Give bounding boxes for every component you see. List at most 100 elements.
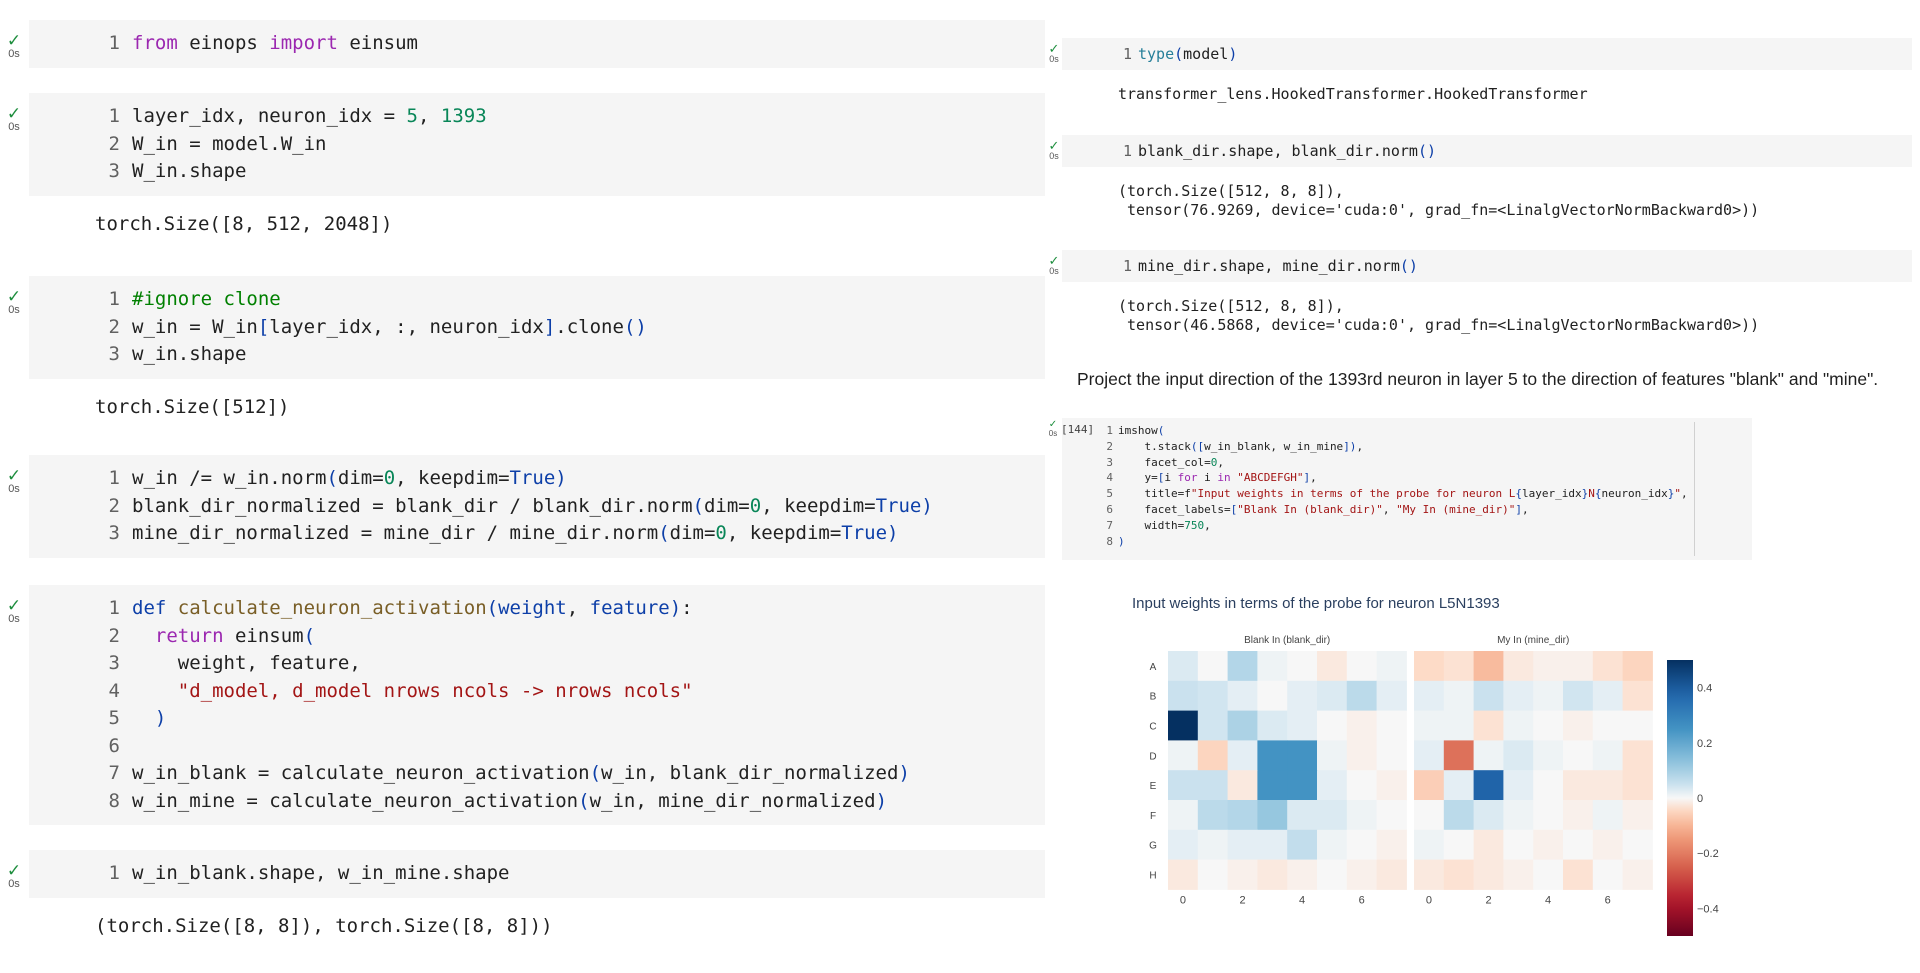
heatmap-cell[interactable] <box>1622 770 1653 801</box>
heatmap-cell[interactable] <box>1317 651 1348 682</box>
heatmap-cell[interactable] <box>1563 770 1594 801</box>
heatmap-cell[interactable] <box>1227 651 1258 682</box>
heatmap-cell[interactable] <box>1473 680 1504 712</box>
heatmap-cell[interactable] <box>1622 651 1653 682</box>
heatmap-cell[interactable] <box>1227 859 1258 890</box>
heatmap-cell[interactable] <box>1533 740 1564 771</box>
heatmap-cell[interactable] <box>1443 770 1475 801</box>
heatmap-cell[interactable] <box>1533 651 1564 682</box>
heatmap-cell[interactable] <box>1376 800 1407 831</box>
heatmap-cell[interactable] <box>1592 800 1624 831</box>
heatmap-cell[interactable] <box>1317 829 1348 861</box>
heatmap-cell[interactable] <box>1287 829 1318 861</box>
heatmap-cell[interactable] <box>1346 800 1378 831</box>
heatmap-cell[interactable] <box>1503 740 1534 771</box>
heatmap-cell[interactable] <box>1592 710 1624 741</box>
heatmap-cell[interactable] <box>1376 770 1407 801</box>
heatmap-cell[interactable] <box>1443 740 1475 771</box>
heatmap-cell[interactable] <box>1287 680 1318 712</box>
heatmap-figure[interactable]: Input weights in terms of the probe for … <box>1062 573 1842 973</box>
heatmap-cell[interactable] <box>1227 740 1258 771</box>
heatmap-cell[interactable] <box>1346 710 1378 741</box>
heatmap-cell[interactable] <box>1592 740 1624 771</box>
heatmap-cell[interactable] <box>1317 770 1348 801</box>
heatmap-cell[interactable] <box>1503 770 1534 801</box>
heatmap-cell[interactable] <box>1473 710 1504 741</box>
heatmap-cell[interactable] <box>1376 651 1407 682</box>
heatmap-cell[interactable] <box>1414 829 1445 861</box>
heatmap-cell[interactable] <box>1414 740 1445 771</box>
heatmap-cell[interactable] <box>1503 710 1534 741</box>
heatmap-cell[interactable] <box>1287 800 1318 831</box>
heatmap-cell[interactable] <box>1414 859 1445 890</box>
heatmap-cell[interactable] <box>1317 800 1348 831</box>
heatmap-cell[interactable] <box>1473 859 1504 890</box>
heatmap-cell[interactable] <box>1257 680 1288 712</box>
heatmap-cell[interactable] <box>1622 829 1653 861</box>
heatmap-cell[interactable] <box>1346 859 1378 890</box>
heatmap-cell[interactable] <box>1443 710 1475 741</box>
heatmap-cell[interactable] <box>1257 800 1288 831</box>
heatmap-cell[interactable] <box>1227 770 1258 801</box>
heatmap-cell[interactable] <box>1563 859 1594 890</box>
heatmap-cell[interactable] <box>1257 770 1288 801</box>
heatmap-cell[interactable] <box>1376 829 1407 861</box>
heatmap-cell[interactable] <box>1592 680 1624 712</box>
heatmap-cell[interactable] <box>1317 680 1348 712</box>
heatmap-cell[interactable] <box>1533 859 1564 890</box>
heatmap-cell[interactable] <box>1346 740 1378 771</box>
heatmap-cell[interactable] <box>1503 800 1534 831</box>
heatmap-cell[interactable] <box>1197 800 1229 831</box>
heatmap-cell[interactable] <box>1414 770 1445 801</box>
heatmap-cell[interactable] <box>1287 740 1318 771</box>
heatmap-cell[interactable] <box>1473 740 1504 771</box>
heatmap-cell[interactable] <box>1443 651 1475 682</box>
heatmap-cell[interactable] <box>1503 859 1534 890</box>
heatmap-cell[interactable] <box>1443 859 1475 890</box>
heatmap-cell[interactable] <box>1168 651 1199 682</box>
heatmap-cell[interactable] <box>1168 680 1199 712</box>
heatmap-cell[interactable] <box>1533 800 1564 831</box>
heatmap-cell[interactable] <box>1592 770 1624 801</box>
heatmap-cell[interactable] <box>1227 680 1258 712</box>
heatmap-cell[interactable] <box>1503 829 1534 861</box>
heatmap-cell[interactable] <box>1622 859 1653 890</box>
heatmap-cell[interactable] <box>1317 859 1348 890</box>
cell-prompt[interactable]: [144] <box>1061 423 1094 436</box>
heatmap-cell[interactable] <box>1197 740 1229 771</box>
heatmap-cell[interactable] <box>1287 859 1318 890</box>
heatmap-cell[interactable] <box>1197 710 1229 741</box>
heatmap-cell[interactable] <box>1257 740 1288 771</box>
heatmap-cell[interactable] <box>1473 770 1504 801</box>
heatmap-cell[interactable] <box>1287 710 1318 741</box>
heatmap-cell[interactable] <box>1376 740 1407 771</box>
heatmap-cell[interactable] <box>1533 829 1564 861</box>
heatmap-cell[interactable] <box>1414 680 1445 712</box>
heatmap-cell[interactable] <box>1257 651 1288 682</box>
heatmap-cell[interactable] <box>1197 770 1229 801</box>
heatmap-cell[interactable] <box>1287 770 1318 801</box>
heatmap-cell[interactable] <box>1533 680 1564 712</box>
heatmap-cell[interactable] <box>1563 651 1594 682</box>
heatmap-cell[interactable] <box>1346 829 1378 861</box>
heatmap-cell[interactable] <box>1503 651 1534 682</box>
heatmap-cell[interactable] <box>1168 829 1199 861</box>
heatmap-cell[interactable] <box>1473 651 1504 682</box>
heatmap-cell[interactable] <box>1563 829 1594 861</box>
heatmap-cell[interactable] <box>1227 829 1258 861</box>
heatmap-cell[interactable] <box>1443 829 1475 861</box>
heatmap-cell[interactable] <box>1346 680 1378 712</box>
heatmap-cell[interactable] <box>1414 800 1445 831</box>
heatmap-cell[interactable] <box>1592 859 1624 890</box>
heatmap-cell[interactable] <box>1168 710 1199 741</box>
heatmap-cell[interactable] <box>1346 651 1378 682</box>
heatmap-cell[interactable] <box>1376 680 1407 712</box>
heatmap-cell[interactable] <box>1443 680 1475 712</box>
heatmap-cell[interactable] <box>1622 740 1653 771</box>
heatmap-cell[interactable] <box>1287 651 1318 682</box>
heatmap-cell[interactable] <box>1622 680 1653 712</box>
heatmap-cell[interactable] <box>1227 800 1258 831</box>
heatmap-cell[interactable] <box>1473 829 1504 861</box>
heatmap-cell[interactable] <box>1376 859 1407 890</box>
heatmap-cell[interactable] <box>1197 680 1229 712</box>
